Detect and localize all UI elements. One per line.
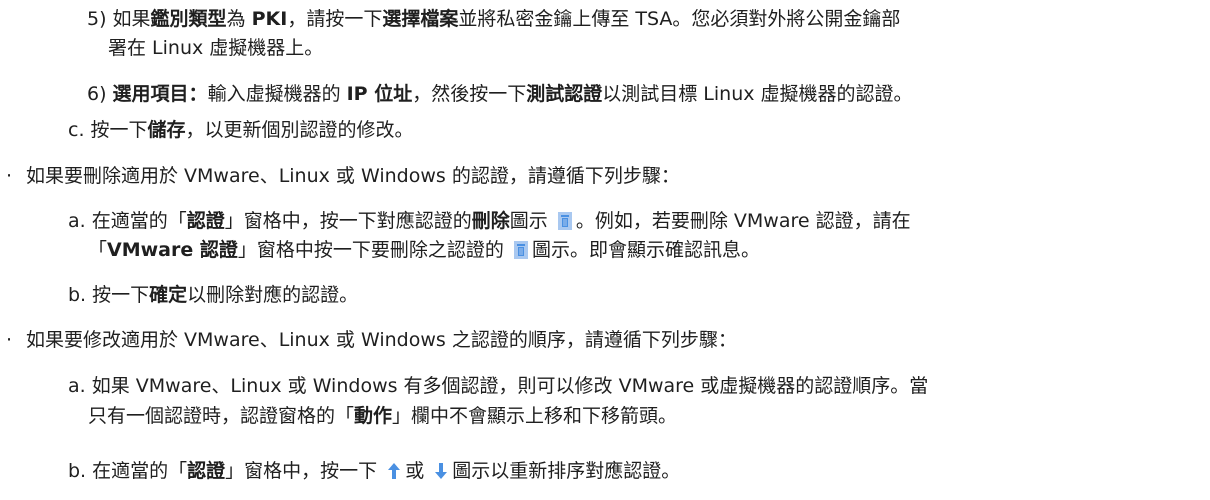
trash-icon — [557, 212, 572, 230]
arrow-down-icon — [435, 463, 448, 479]
trash-icon — [513, 241, 528, 259]
step-c-save: c. 按一下儲存，以更新個別認證的修改。 — [68, 119, 414, 141]
step-6: 6) 選用項目：輸入虛擬機器的 IP 位址，然後按一下測試認證以測試目標 Lin… — [87, 83, 913, 105]
bullet-delete-credentials: · 如果要刪除適用於 VMware、Linux 或 Windows 的認證，請遵循… — [6, 165, 680, 187]
order-step-a: a. 如果 VMware、Linux 或 Windows 有多個認證，則可以修改… — [68, 375, 929, 397]
step-5-continuation: 署在 Linux 虛擬機器上。 — [108, 37, 324, 59]
order-step-a-continuation: 只有一個認證時，認證窗格的「動作」欄中不會顯示上移和下移箭頭。 — [88, 405, 678, 427]
bullet-reorder-credentials: · 如果要修改適用於 VMware、Linux 或 Windows 之認證的順序，… — [6, 329, 737, 351]
arrow-up-icon — [388, 463, 401, 479]
step-5: 5) 如果鑑別類型為 PKI，請按一下選擇檔案並將私密金鑰上傳至 TSA。您必須… — [87, 8, 901, 30]
delete-step-a-continuation: 「VMware 認證」窗格中按一下要刪除之認證的 圖示。即會顯示確認訊息。 — [88, 239, 760, 261]
order-step-b: b. 在適當的「認證」窗格中，按一下 或 圖示以重新排序對應認證。 — [68, 460, 681, 482]
delete-step-b: b. 按一下確定以刪除對應的認證。 — [68, 284, 359, 306]
delete-step-a: a. 在適當的「認證」窗格中，按一下對應認證的刪除圖示 。例如，若要刪除 VMw… — [68, 210, 911, 232]
